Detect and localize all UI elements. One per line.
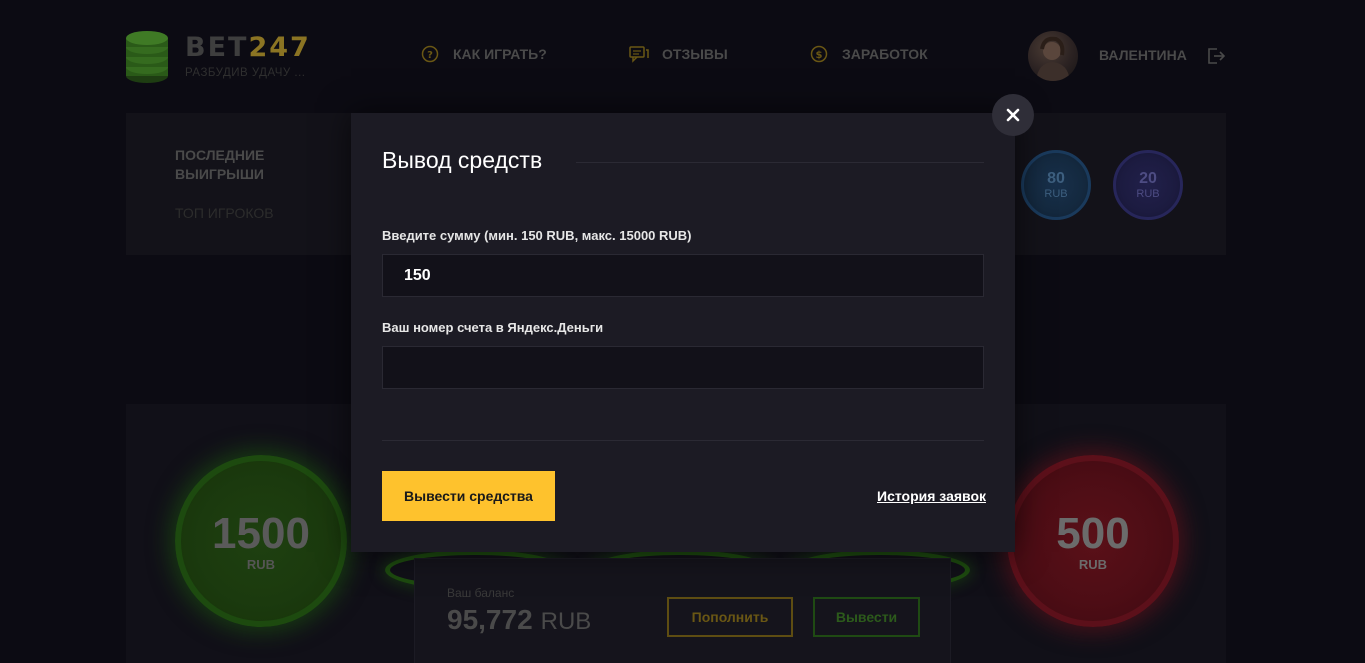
amount-label: Введите сумму (мин. 150 RUB, макс. 15000… <box>382 228 692 243</box>
title-divider <box>576 162 984 163</box>
history-link[interactable]: История заявок <box>877 488 986 504</box>
account-input[interactable] <box>382 346 984 389</box>
close-modal-button[interactable] <box>992 94 1034 136</box>
modal-divider <box>382 440 984 441</box>
submit-withdraw-button[interactable]: Вывести средства <box>382 471 555 521</box>
close-icon <box>1006 108 1020 122</box>
account-label: Ваш номер счета в Яндекс.Деньги <box>382 320 604 335</box>
amount-input[interactable] <box>382 254 984 297</box>
modal-title: Вывод средств <box>382 147 543 173</box>
withdraw-modal: Вывод средств Введите сумму (мин. 150 RU… <box>351 113 1015 552</box>
